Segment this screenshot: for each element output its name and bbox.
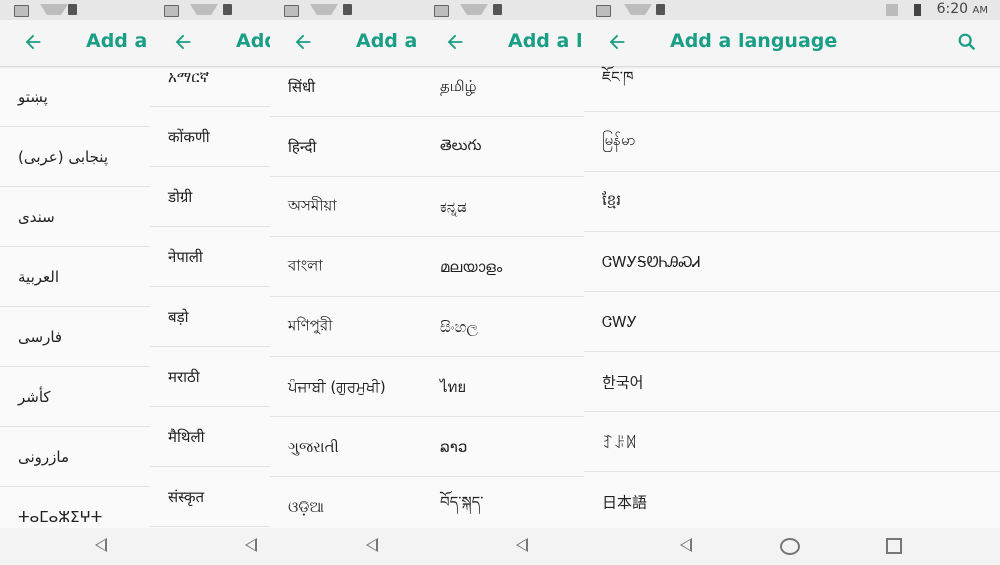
language-item[interactable]: پنجابی (عربی) — [0, 127, 150, 187]
language-item[interactable]: बड़ो — [150, 287, 270, 347]
sim-icon — [343, 4, 352, 15]
screen-panel-2: Add a አማርኛ कोंकणी डोग्री नेपाली बड़ो मरा… — [150, 0, 270, 565]
nav-back-icon[interactable] — [245, 538, 257, 552]
back-arrow-icon[interactable] — [22, 31, 44, 53]
status-time: 6:20 AM — [936, 1, 988, 17]
sim-icon — [223, 4, 232, 15]
language-item[interactable]: डोग्री — [150, 167, 270, 227]
language-item[interactable]: मैथिली — [150, 407, 270, 467]
screen-panel-5: 6:20 AM Add a language ཇོང་ཁ မြန်မာ ខ្មែ… — [584, 0, 1000, 565]
language-item[interactable]: মণিপুরী — [270, 297, 422, 357]
image-icon — [164, 5, 179, 17]
language-item[interactable]: ཇོང་ཁ — [584, 52, 1000, 112]
language-item[interactable]: 한국어 — [584, 352, 1000, 412]
language-item[interactable]: ລາວ — [422, 417, 584, 477]
nav-back-icon[interactable] — [366, 538, 378, 552]
back-arrow-icon[interactable] — [606, 31, 628, 53]
image-icon — [596, 5, 611, 17]
language-item[interactable]: मराठी — [150, 347, 270, 407]
language-list: پښتو پنجابی (عربی) سندی العربية فارسی کأ… — [0, 67, 150, 547]
language-item[interactable]: বাংলা — [270, 237, 422, 297]
wifi-icon — [310, 4, 338, 15]
nav-recents-icon[interactable] — [886, 538, 902, 554]
image-icon — [284, 5, 299, 17]
status-bar — [422, 0, 584, 20]
language-item[interactable]: सिंधी — [270, 57, 422, 117]
nav-bar — [584, 528, 1000, 565]
language-list: ཇོང་ཁ မြန်မာ ខ្មែរ ᏣᎳᎩᎦᏬᏂᎯᏍᏗ ᏣᎳᎩ 한국어 ꆈꌠꉙ… — [584, 52, 1000, 532]
image-icon — [14, 5, 29, 17]
image-icon — [434, 5, 449, 17]
language-item[interactable]: ไทย — [422, 357, 584, 417]
page-title: Add a l — [508, 30, 583, 52]
screen-panel-4: Add a l தமிழ் తెలుగు ಕನ್ನಡ മലയാളം සිංහල … — [422, 0, 584, 565]
language-list: தமிழ் తెలుగు ಕನ್ನಡ മലയാളം සිංහල ไทย ລາວ … — [422, 57, 584, 537]
no-sim-icon — [886, 4, 898, 16]
language-item[interactable]: தமிழ் — [422, 57, 584, 117]
language-item[interactable]: ᏣᎳᎩ — [584, 292, 1000, 352]
back-arrow-icon[interactable] — [292, 31, 314, 53]
status-bar — [150, 0, 270, 20]
language-item[interactable]: ਪੰਜਾਬੀ (ਗੁਰਮੁਖੀ) — [270, 357, 422, 417]
language-item[interactable]: سندی — [0, 187, 150, 247]
language-item[interactable]: ខ្មែរ — [584, 172, 1000, 232]
sim-icon — [68, 4, 77, 15]
language-item[interactable]: မြန်မာ — [584, 112, 1000, 172]
language-item[interactable]: مازرونی — [0, 427, 150, 487]
language-item[interactable]: العربية — [0, 247, 150, 307]
page-title: Add a — [356, 30, 418, 52]
back-arrow-icon[interactable] — [444, 31, 466, 53]
sim-icon — [493, 4, 502, 15]
language-item[interactable]: සිංහල — [422, 297, 584, 357]
language-item[interactable]: ગુજરાતી — [270, 417, 422, 477]
wifi-icon — [460, 4, 488, 15]
nav-back-icon[interactable] — [516, 538, 528, 552]
sim-icon — [656, 4, 665, 15]
language-item[interactable]: አማርኛ — [150, 47, 270, 107]
language-item[interactable]: ಕನ್ನಡ — [422, 177, 584, 237]
status-bar — [270, 0, 422, 20]
language-item[interactable]: پښتو — [0, 67, 150, 127]
nav-back-icon[interactable] — [95, 538, 107, 552]
nav-bar — [270, 528, 422, 565]
language-item[interactable]: संस्कृत — [150, 467, 270, 527]
language-item[interactable]: کأشر — [0, 367, 150, 427]
wifi-icon — [40, 4, 68, 15]
language-item[interactable]: नेपाली — [150, 227, 270, 287]
screen-panel-3: Add a सिंधी हिन्दी অসমীয়া বাংলা মণিপুরী… — [270, 0, 422, 565]
page-title: Add a — [86, 30, 148, 52]
language-item[interactable]: অসমীয়া — [270, 177, 422, 237]
wifi-icon — [190, 4, 218, 15]
language-item[interactable]: తెలుగు — [422, 117, 584, 177]
wifi-icon — [624, 4, 652, 15]
status-bar — [0, 0, 150, 20]
language-item[interactable]: മലയാളം — [422, 237, 584, 297]
nav-bar — [422, 528, 584, 565]
app-bar: Add a — [0, 20, 150, 67]
language-item[interactable]: हिन्दी — [270, 117, 422, 177]
language-item[interactable]: ꆈꌠꉙ — [584, 412, 1000, 472]
language-list: አማርኛ कोंकणी डोग्री नेपाली बड़ो मराठी मैथ… — [150, 47, 270, 527]
battery-icon — [914, 4, 921, 16]
page-title: Add a language — [670, 30, 838, 52]
nav-back-icon[interactable] — [680, 538, 692, 552]
nav-bar — [0, 528, 150, 565]
language-item[interactable]: कोंकणी — [150, 107, 270, 167]
language-item[interactable]: فارسی — [0, 307, 150, 367]
language-item[interactable]: 日本語 — [584, 472, 1000, 532]
nav-home-icon[interactable] — [780, 538, 800, 555]
screen-panel-1: Add a پښتو پنجابی (عربی) سندی العربية فا… — [0, 0, 150, 565]
status-bar: 6:20 AM — [584, 0, 1000, 20]
language-list: सिंधी हिन्दी অসমীয়া বাংলা মণিপুরী ਪੰਜਾਬ… — [270, 57, 422, 537]
language-item[interactable]: ᏣᎳᎩᎦᏬᏂᎯᏍᏗ — [584, 232, 1000, 292]
search-icon[interactable] — [956, 31, 978, 53]
nav-bar — [150, 528, 270, 565]
